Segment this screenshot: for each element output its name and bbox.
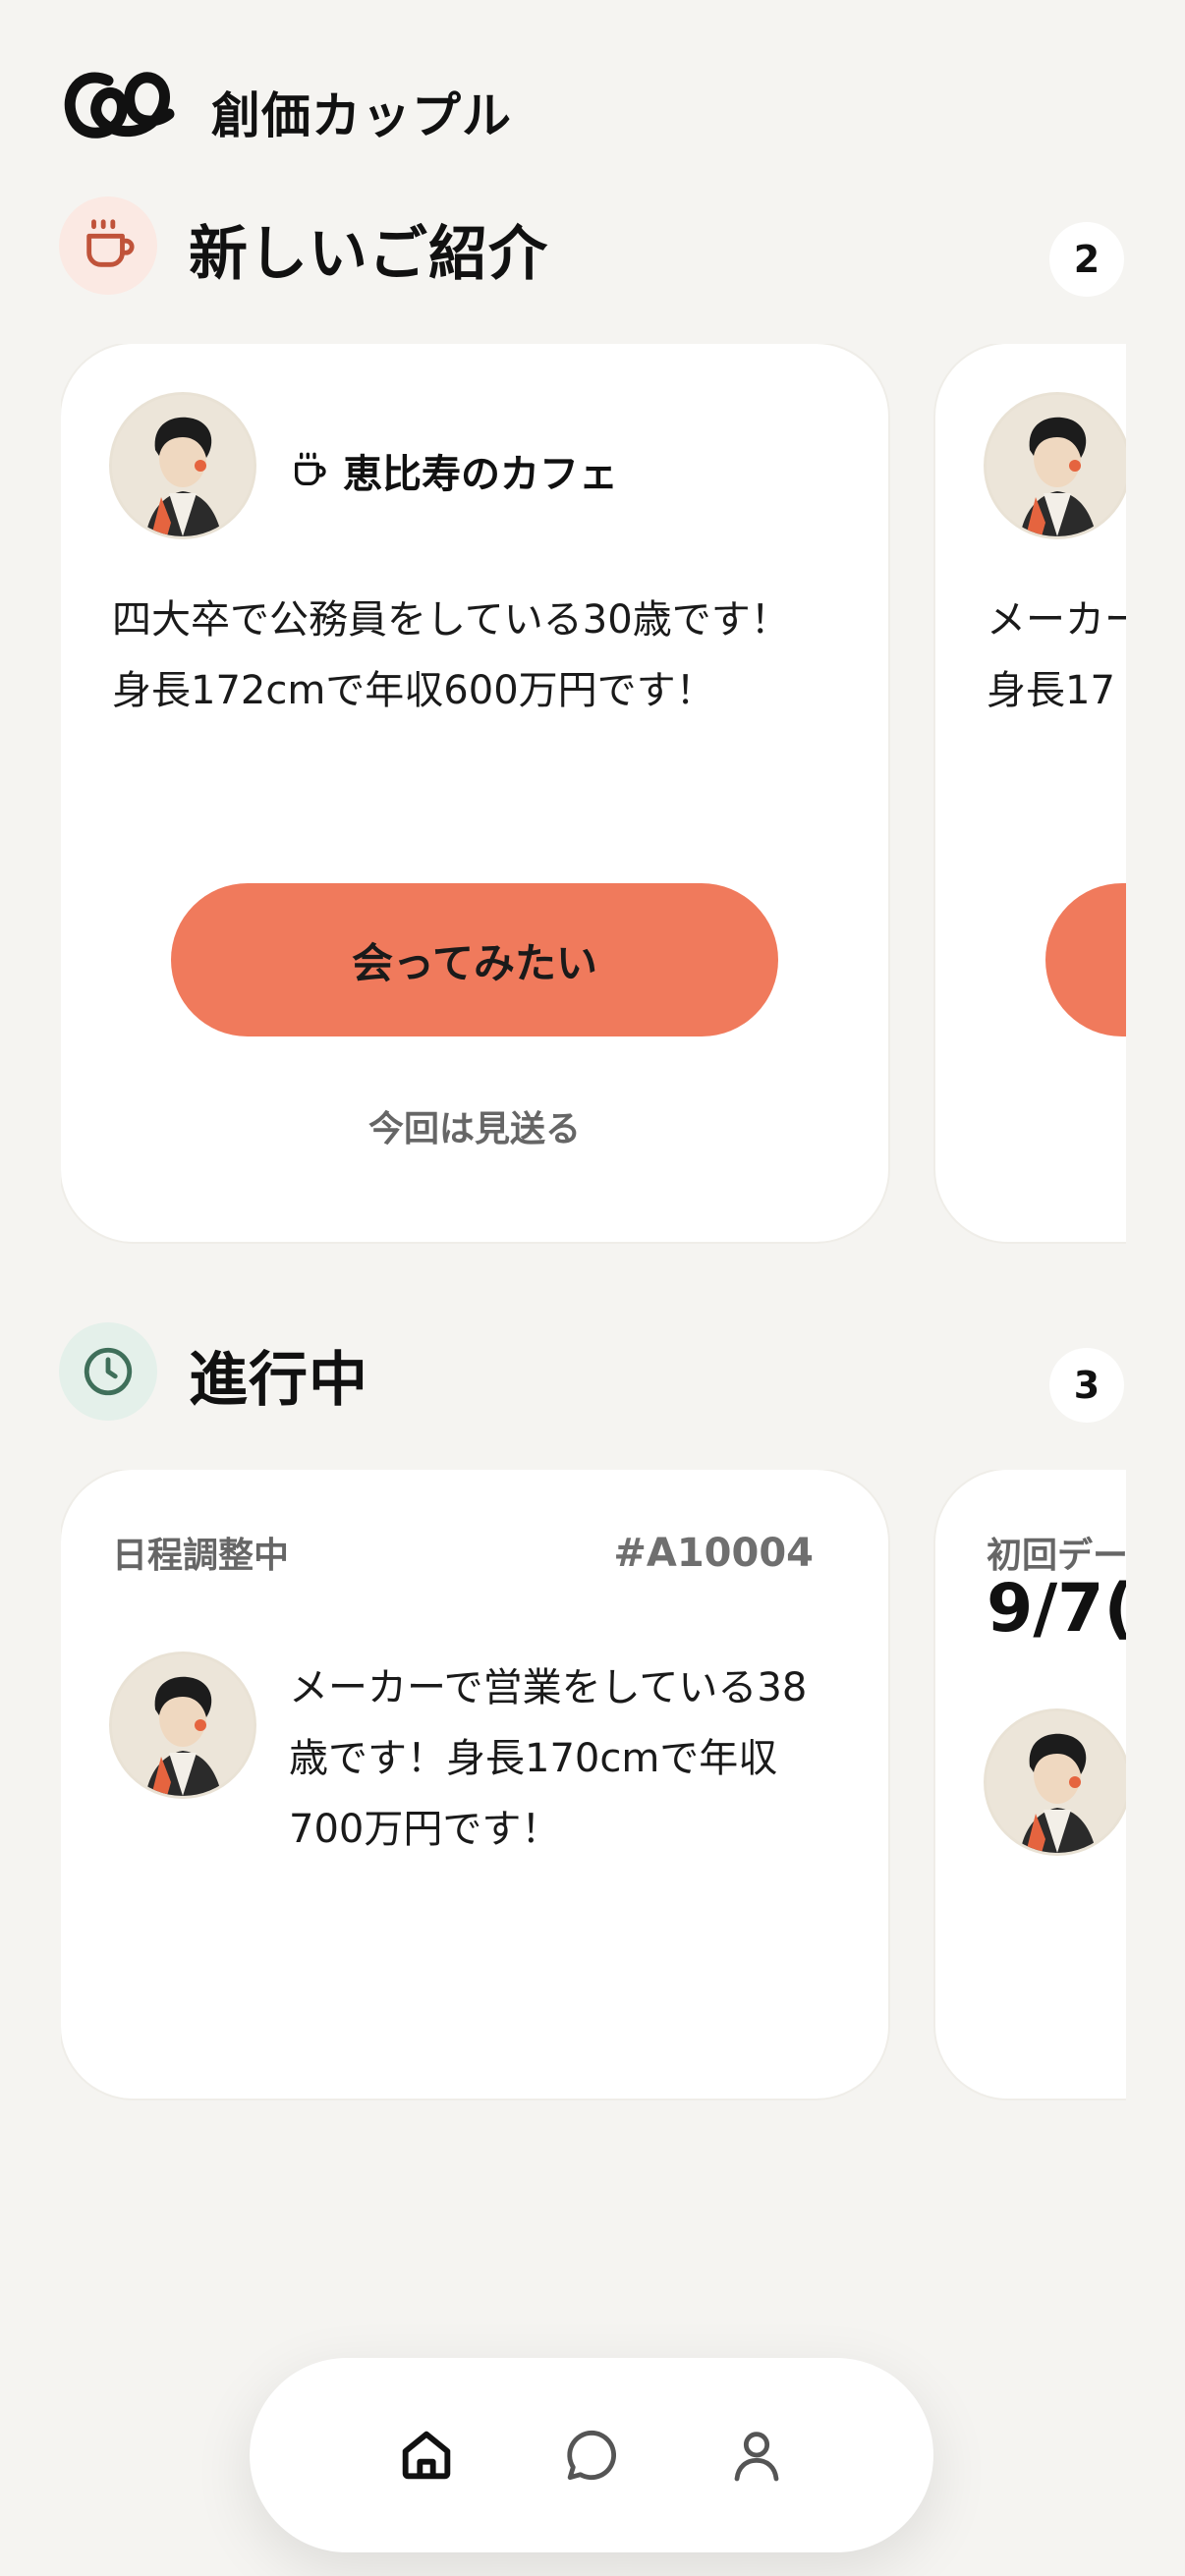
profile-bio: メーカー 身長17 [987,597,1126,713]
match-card[interactable]: 日程調整中 #A10004 メーカーで営業をしている38 歳です！身長170cm… [61,1470,888,2099]
avatar[interactable] [112,1654,254,1796]
profile-bio: メーカーで営業をしている38 歳です！身長170cmで年収 700万円です！ [289,1665,808,1852]
location-label: 恵比寿のカフェ [343,452,618,497]
bottom-nav [250,2358,933,2552]
match-id: #A10004 [613,1531,814,1576]
coffee-icon [295,452,326,485]
nav-chat[interactable] [556,2420,627,2491]
chat-icon [567,2430,617,2481]
app-logo [64,72,175,139]
in-progress-count-badge: 3 [1049,1348,1124,1423]
in-progress-title: 進行中 [189,1346,368,1415]
clock-section-icon [59,1322,157,1421]
first-date: 9/7( [987,1570,1126,1648]
home-icon [402,2431,451,2480]
want-to-meet-button[interactable] [1045,883,1126,1036]
skip-link[interactable]: 今回は見送る [61,1100,888,1151]
introductions-count-badge: 2 [1049,222,1124,297]
avatar[interactable] [987,1711,1126,1853]
introductions-title: 新しいご紹介 [189,220,548,289]
nav-profile[interactable] [721,2420,792,2491]
profile-icon [734,2432,779,2482]
match-card[interactable]: 初回デー 9/7( [935,1470,1126,2099]
introductions-carousel[interactable]: 恵比寿のカフェ 四大卒で公務員をしている30歳です！ 身長172cmで年収600… [61,344,1126,1244]
match-status: 日程調整中 [112,1536,290,1576]
introduction-card: メーカー 身長17 [935,344,1126,1242]
profile-bio: 四大卒で公務員をしている30歳です！ 身長172cmで年収600万円です！ [112,597,790,713]
in-progress-carousel[interactable]: 日程調整中 #A10004 メーカーで営業をしている38 歳です！身長170cm… [61,1470,1126,2100]
want-to-meet-button[interactable]: 会ってみたい [171,883,778,1036]
app-title: 創価カップル [211,87,512,144]
introduction-card: 恵比寿のカフェ 四大卒で公務員をしている30歳です！ 身長172cmで年収600… [61,344,888,1242]
meeting-location: 恵比寿のカフェ [290,442,618,499]
avatar[interactable] [987,395,1126,536]
coffee-section-icon [59,196,157,295]
nav-home[interactable] [391,2420,462,2491]
avatar[interactable] [112,395,254,536]
